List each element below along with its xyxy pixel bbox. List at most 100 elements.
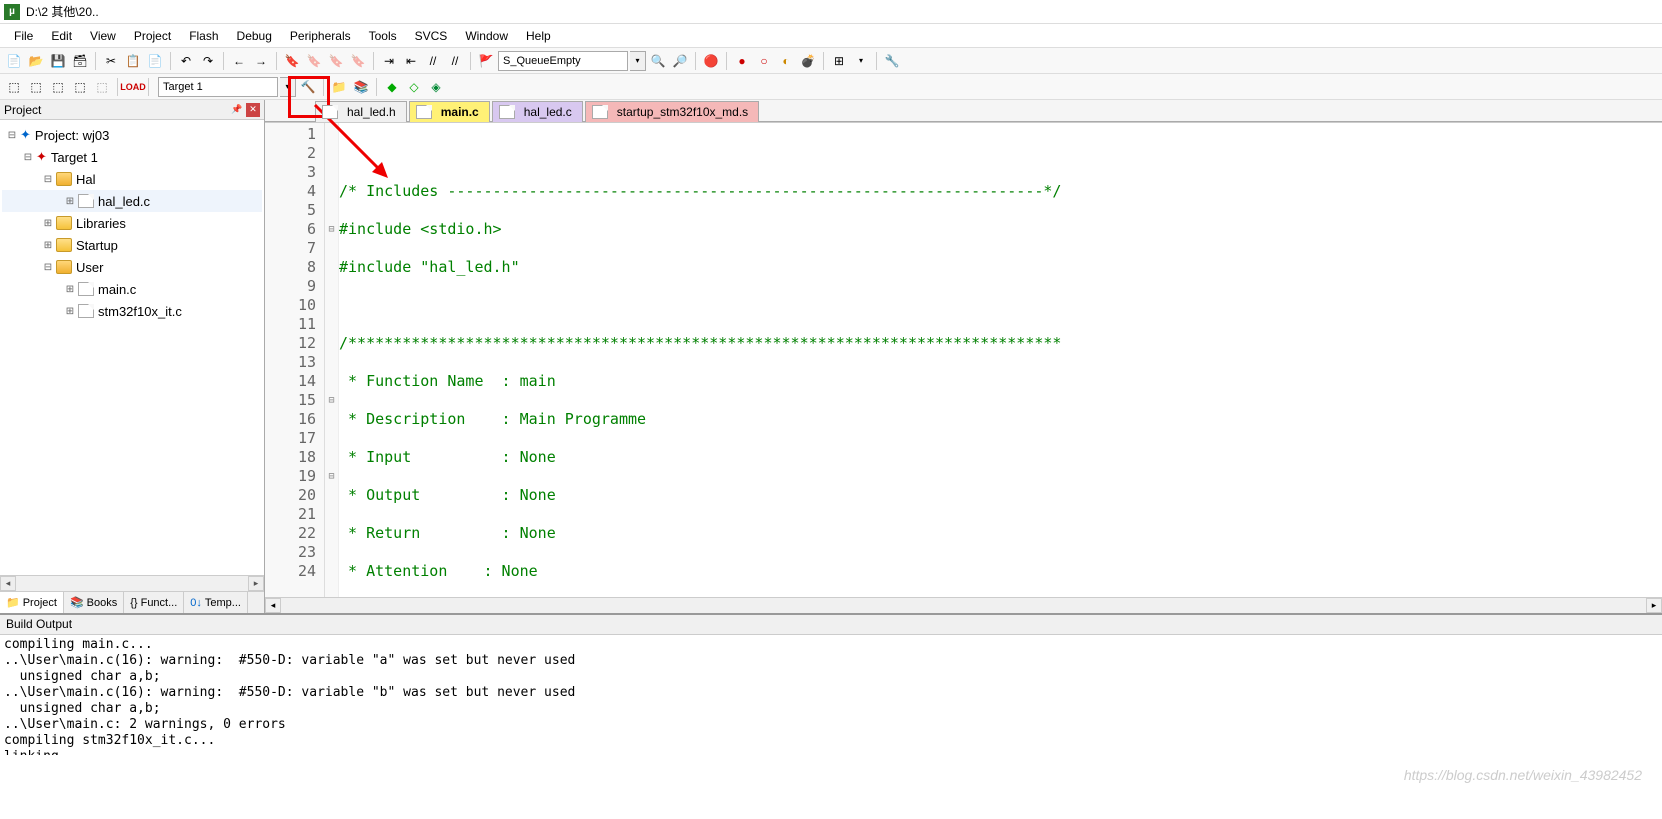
line-gutter: 123456789101112131415161718192021222324 — [265, 123, 325, 597]
configure-icon[interactable]: 🔧 — [882, 51, 902, 71]
tab-books[interactable]: 📚Books — [64, 592, 124, 613]
fold-column[interactable]: ⊟⊟⊟ — [325, 123, 339, 597]
close-icon[interactable]: ✕ — [246, 103, 260, 117]
editor-panel: hal_led.h main.c hal_led.c startup_stm32… — [265, 100, 1662, 613]
tab-project[interactable]: 📁Project — [0, 592, 64, 613]
save-icon[interactable]: 💾 — [48, 51, 68, 71]
pack-installer-icon[interactable]: ◆ — [382, 77, 402, 97]
tab-hal-led-c[interactable]: hal_led.c — [492, 101, 583, 122]
project-bottom-tabs: 📁Project 📚Books {}Funct... 0↓Temp... — [0, 591, 264, 613]
tree-target[interactable]: ⊟✦ Target 1 — [2, 146, 262, 168]
tab-functions[interactable]: {}Funct... — [124, 592, 184, 613]
editor-hscroll[interactable]: ◂▸ — [265, 597, 1662, 613]
target-combo[interactable]: Target 1 — [158, 77, 278, 97]
find-in-files-icon[interactable]: 🔎 — [670, 51, 690, 71]
tab-templates[interactable]: 0↓Temp... — [184, 592, 248, 613]
paste-icon[interactable]: 📄 — [145, 51, 165, 71]
tab-startup[interactable]: startup_stm32f10x_md.s — [585, 101, 759, 122]
tree-file-main[interactable]: ⊞ main.c — [2, 278, 262, 300]
undo-icon[interactable]: ↶ — [176, 51, 196, 71]
comment-icon[interactable]: // — [423, 51, 443, 71]
find-icon[interactable]: 🔍 — [648, 51, 668, 71]
breakpoint-kill-icon[interactable]: 💣 — [798, 51, 818, 71]
bookmark-icon[interactable]: 🔖 — [282, 51, 302, 71]
menu-debug[interactable]: Debug — [229, 27, 280, 45]
search-dropdown-icon[interactable]: ▾ — [630, 51, 646, 71]
nav-back-icon[interactable]: ← — [229, 51, 249, 71]
build-icon[interactable]: ⬚ — [26, 77, 46, 97]
tree-folder-libraries[interactable]: ⊞ Libraries — [2, 212, 262, 234]
uncomment-icon[interactable]: // — [445, 51, 465, 71]
menu-help[interactable]: Help — [518, 27, 559, 45]
toolbar-build: ⬚ ⬚ ⬚ ⬚ ⬚ LOAD Target 1 ▾ 🔨 📁 📚 ◆ ◇ ◈ — [0, 74, 1662, 100]
rte-icon[interactable]: ◇ — [404, 77, 424, 97]
bookmark-next-icon[interactable]: 🔖 — [326, 51, 346, 71]
breakpoint-insert-icon[interactable]: ● — [732, 51, 752, 71]
project-panel: Project 📌 ✕ ⊟✦ Project: wj03 ⊟✦ Target 1… — [0, 100, 265, 613]
target-dropdown-icon[interactable]: ▾ — [280, 77, 296, 97]
menu-file[interactable]: File — [6, 27, 41, 45]
window-title: D:\2 其他\20.. — [26, 3, 99, 20]
copy-icon[interactable]: 📋 — [123, 51, 143, 71]
new-file-icon[interactable]: 📄 — [4, 51, 24, 71]
options-icon[interactable]: 🔨 — [298, 77, 318, 97]
build-output-body[interactable]: compiling main.c... ..\User\main.c(16): … — [0, 635, 1662, 755]
menu-peripherals[interactable]: Peripherals — [282, 27, 359, 45]
build-output-title: Build Output — [0, 615, 1662, 635]
rebuild-icon[interactable]: ⬚ — [48, 77, 68, 97]
find-flag-icon[interactable]: 🚩 — [476, 51, 496, 71]
open-icon[interactable]: 📂 — [26, 51, 46, 71]
menu-flash[interactable]: Flash — [181, 27, 226, 45]
project-tree[interactable]: ⊟✦ Project: wj03 ⊟✦ Target 1 ⊟ Hal ⊞ hal… — [0, 120, 264, 575]
stop-build-icon[interactable]: ⬚ — [92, 77, 112, 97]
outdent-icon[interactable]: ⇤ — [401, 51, 421, 71]
menu-window[interactable]: Window — [457, 27, 516, 45]
save-all-icon[interactable]: 🗃 — [70, 51, 90, 71]
debug-icon[interactable]: 🔴 — [701, 51, 721, 71]
app-icon: µ — [4, 4, 20, 20]
pin-icon[interactable]: 📌 — [230, 103, 244, 117]
nav-fwd-icon[interactable]: → — [251, 51, 271, 71]
bookmark-clear-icon[interactable]: 🔖 — [348, 51, 368, 71]
tree-folder-startup[interactable]: ⊞ Startup — [2, 234, 262, 256]
main-area: Project 📌 ✕ ⊟✦ Project: wj03 ⊟✦ Target 1… — [0, 100, 1662, 613]
menu-bar: File Edit View Project Flash Debug Perip… — [0, 24, 1662, 48]
project-hscroll[interactable]: ◂▸ — [0, 575, 264, 591]
manage-icon[interactable]: 📚 — [351, 77, 371, 97]
tree-project-root[interactable]: ⊟✦ Project: wj03 — [2, 124, 262, 146]
tree-folder-user[interactable]: ⊟ User — [2, 256, 262, 278]
file-ext-icon[interactable]: 📁 — [329, 77, 349, 97]
menu-edit[interactable]: Edit — [43, 27, 80, 45]
menu-tools[interactable]: Tools — [361, 27, 405, 45]
bookmark-prev-icon[interactable]: 🔖 — [304, 51, 324, 71]
download-icon[interactable]: LOAD — [123, 77, 143, 97]
tree-folder-hal[interactable]: ⊟ Hal — [2, 168, 262, 190]
code-area[interactable]: /* Includes ----------------------------… — [339, 123, 1662, 597]
editor-body[interactable]: 123456789101112131415161718192021222324 … — [265, 122, 1662, 597]
layout-dd-icon[interactable]: ▾ — [851, 51, 871, 71]
search-combo[interactable]: S_QueueEmpty — [498, 51, 628, 71]
breakpoint-disable-icon[interactable]: ◐ — [776, 51, 796, 71]
build-output-panel: Build Output compiling main.c... ..\User… — [0, 613, 1662, 755]
indent-icon[interactable]: ⇥ — [379, 51, 399, 71]
project-panel-title: Project — [4, 103, 41, 117]
redo-icon[interactable]: ↷ — [198, 51, 218, 71]
cut-icon[interactable]: ✂ — [101, 51, 121, 71]
menu-svcs[interactable]: SVCS — [407, 27, 456, 45]
title-bar: µ D:\2 其他\20.. — [0, 0, 1662, 24]
select-packs-icon[interactable]: ◈ — [426, 77, 446, 97]
project-panel-header: Project 📌 ✕ — [0, 100, 264, 120]
translate-icon[interactable]: ⬚ — [4, 77, 24, 97]
menu-project[interactable]: Project — [126, 27, 179, 45]
window-layout-icon[interactable]: ⊞ — [829, 51, 849, 71]
editor-tabs: hal_led.h main.c hal_led.c startup_stm32… — [265, 100, 1662, 122]
menu-view[interactable]: View — [82, 27, 124, 45]
breakpoint-enable-icon[interactable]: ○ — [754, 51, 774, 71]
tab-hal-led-h[interactable]: hal_led.h — [315, 101, 407, 122]
tab-main-c[interactable]: main.c — [409, 101, 490, 122]
watermark: https://blog.csdn.net/weixin_43982452 — [1404, 767, 1642, 783]
tree-file-hal-led[interactable]: ⊞ hal_led.c — [2, 190, 262, 212]
batch-build-icon[interactable]: ⬚ — [70, 77, 90, 97]
toolbar-main: 📄 📂 💾 🗃 ✂ 📋 📄 ↶ ↷ ← → 🔖 🔖 🔖 🔖 ⇥ ⇤ // // … — [0, 48, 1662, 74]
tree-file-stm32it[interactable]: ⊞ stm32f10x_it.c — [2, 300, 262, 322]
